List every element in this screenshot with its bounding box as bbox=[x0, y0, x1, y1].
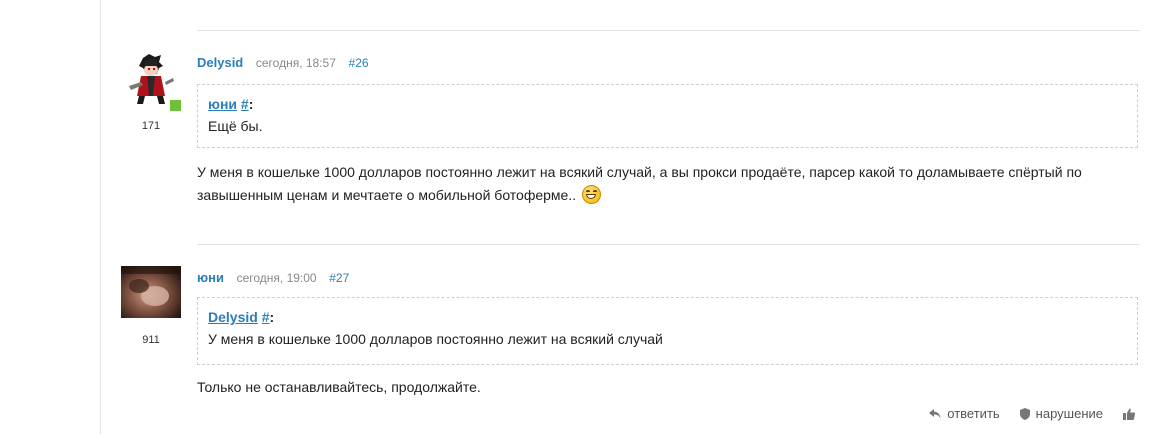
quote-header: Delysid #: bbox=[208, 306, 1127, 328]
post-separator bbox=[197, 30, 1140, 31]
reply-button[interactable]: ответить bbox=[929, 406, 1000, 421]
avatar-yuni[interactable] bbox=[121, 266, 181, 318]
reply-arrow-icon bbox=[929, 408, 941, 419]
post-meta: юни сегодня, 19:00 #27 bbox=[197, 270, 349, 286]
avatar-delysid[interactable] bbox=[121, 52, 181, 104]
laughing-emoji-icon bbox=[582, 185, 602, 204]
post-author-link[interactable]: юни bbox=[197, 270, 224, 285]
post-author-link[interactable]: Delysid bbox=[197, 55, 243, 70]
left-divider bbox=[100, 0, 101, 434]
quote-block: юни #: Ещё бы. bbox=[197, 84, 1138, 148]
post-meta: Delysid сегодня, 18:57 #26 bbox=[197, 55, 369, 71]
post-number-link[interactable]: #26 bbox=[349, 56, 369, 70]
report-label: нарушение bbox=[1035, 406, 1103, 421]
post-body: Только не останавливайтесь, продолжайте. bbox=[197, 379, 481, 395]
post-body-text: У меня в кошельке 1000 долларов постоянн… bbox=[197, 164, 1082, 203]
post-separator bbox=[197, 244, 1140, 245]
quote-author-link[interactable]: юни bbox=[208, 96, 237, 112]
quote-text: Ещё бы. bbox=[208, 118, 263, 134]
online-indicator bbox=[169, 99, 182, 112]
quote-header: юни #: bbox=[208, 93, 1127, 115]
post-date: сегодня, 19:00 bbox=[236, 271, 317, 285]
quote-author-link[interactable]: Delysid bbox=[208, 309, 258, 325]
reply-label: ответить bbox=[947, 406, 1000, 421]
reputation-count: 171 bbox=[141, 120, 161, 132]
quote-colon: : bbox=[248, 96, 254, 112]
thumbs-up-icon bbox=[1123, 408, 1135, 420]
quote-text: У меня в кошельке 1000 долларов постоянн… bbox=[208, 331, 663, 347]
reputation-count: 911 bbox=[142, 334, 160, 346]
post-number-link[interactable]: #27 bbox=[329, 271, 349, 285]
shield-icon bbox=[1019, 407, 1030, 420]
quote-source-link[interactable]: # bbox=[262, 309, 270, 325]
report-button[interactable]: нарушение bbox=[1019, 406, 1103, 421]
post-actions: ответить нарушение bbox=[929, 406, 1135, 421]
post-body: У меня в кошельке 1000 долларов постоянн… bbox=[197, 161, 1142, 207]
quote-block: Delysid #: У меня в кошельке 1000 доллар… bbox=[197, 297, 1138, 365]
quote-source-link[interactable]: # bbox=[241, 96, 249, 112]
like-button[interactable] bbox=[1123, 408, 1135, 420]
post-date: сегодня, 18:57 bbox=[255, 56, 336, 70]
quote-colon: : bbox=[269, 309, 275, 325]
